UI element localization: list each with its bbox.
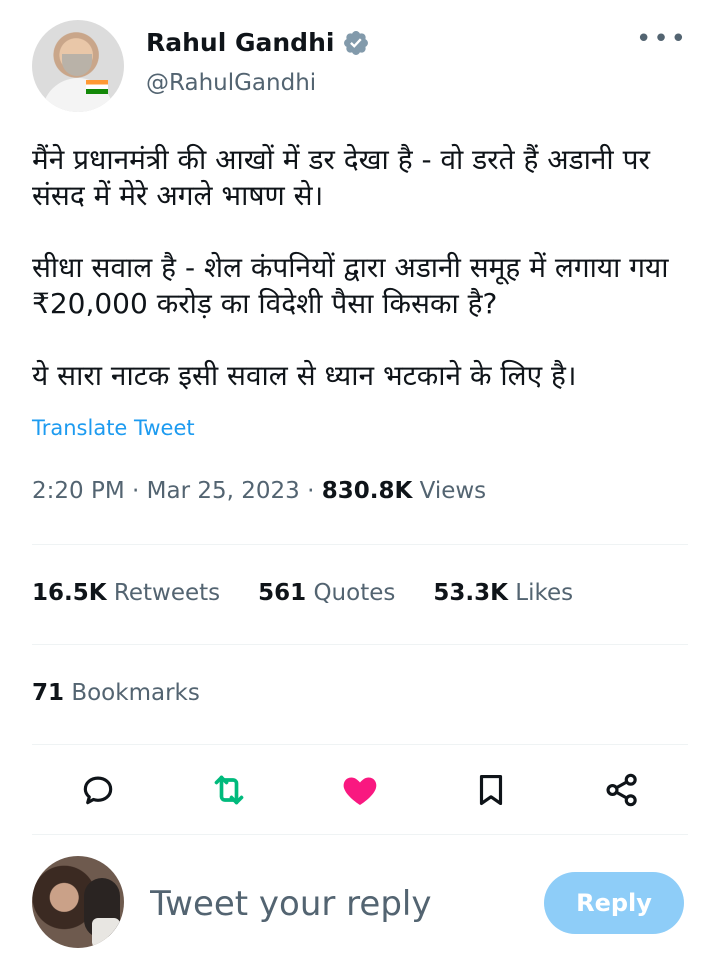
divider (32, 644, 688, 645)
reply-composer: Reply (32, 856, 688, 952)
views-label: Views (419, 478, 487, 504)
share-icon[interactable] (598, 766, 646, 814)
retweet-icon[interactable] (205, 766, 253, 814)
quotes-stat[interactable]: 561 Quotes (258, 580, 395, 606)
likes-label: Likes (515, 580, 574, 606)
author-name-row: Rahul Gandhi (146, 28, 370, 57)
likes-stat[interactable]: 53.3K Likes (433, 580, 573, 606)
views-count: 830.8K (321, 478, 413, 504)
bookmarks-stat[interactable]: 71 Bookmarks (32, 680, 200, 706)
meta-separator: · (132, 478, 140, 504)
reply-input[interactable] (150, 884, 530, 924)
divider (32, 544, 688, 545)
author-name[interactable]: Rahul Gandhi (146, 28, 334, 57)
tweet-header: Rahul Gandhi @RahulGandhi ••• (32, 20, 688, 116)
more-options-icon[interactable]: ••• (636, 26, 688, 52)
engagement-stats: 16.5K Retweets 561 Quotes 53.3K Likes (32, 580, 573, 606)
tweet-text: मैंने प्रधानमंत्री की आखों में डर देखा ह… (32, 142, 688, 394)
retweets-stat[interactable]: 16.5K Retweets (32, 580, 220, 606)
bookmark-icon[interactable] (467, 766, 515, 814)
tweet-paragraph: सीधा सवाल है - शेल कंपनियों द्वारा अडानी… (32, 251, 669, 320)
current-user-avatar[interactable] (32, 856, 124, 948)
avatar-detail (92, 918, 120, 948)
divider (32, 744, 688, 745)
meta-separator: · (307, 478, 315, 504)
tweet-date[interactable]: Mar 25, 2023 (147, 478, 300, 504)
tweet-meta: 2:20 PM · Mar 25, 2023 · 830.8K Views (32, 478, 486, 504)
like-icon[interactable] (336, 766, 384, 814)
author-avatar[interactable] (32, 20, 124, 112)
tweet-actions-bar (32, 766, 688, 814)
avatar-flag-badge (86, 80, 108, 94)
quotes-label: Quotes (313, 580, 396, 606)
divider (32, 834, 688, 835)
tweet-time[interactable]: 2:20 PM (32, 478, 125, 504)
avatar-beard (62, 54, 92, 76)
bookmarks-count: 71 (32, 680, 65, 706)
retweets-label: Retweets (113, 580, 221, 606)
likes-count: 53.3K (433, 580, 508, 606)
tweet-paragraph: ये सारा नाटक इसी सवाल से ध्यान भटकाने के… (32, 359, 577, 392)
reply-button[interactable]: Reply (544, 872, 684, 934)
author-handle[interactable]: @RahulGandhi (146, 70, 316, 96)
tweet-paragraph: मैंने प्रधानमंत्री की आखों में डर देखा ह… (32, 143, 650, 212)
translate-tweet-link[interactable]: Translate Tweet (32, 416, 195, 440)
bookmarks-label: Bookmarks (71, 680, 200, 706)
retweets-count: 16.5K (32, 580, 107, 606)
quotes-count: 561 (258, 580, 307, 606)
verified-badge-icon (344, 30, 369, 55)
reply-icon[interactable] (74, 766, 122, 814)
